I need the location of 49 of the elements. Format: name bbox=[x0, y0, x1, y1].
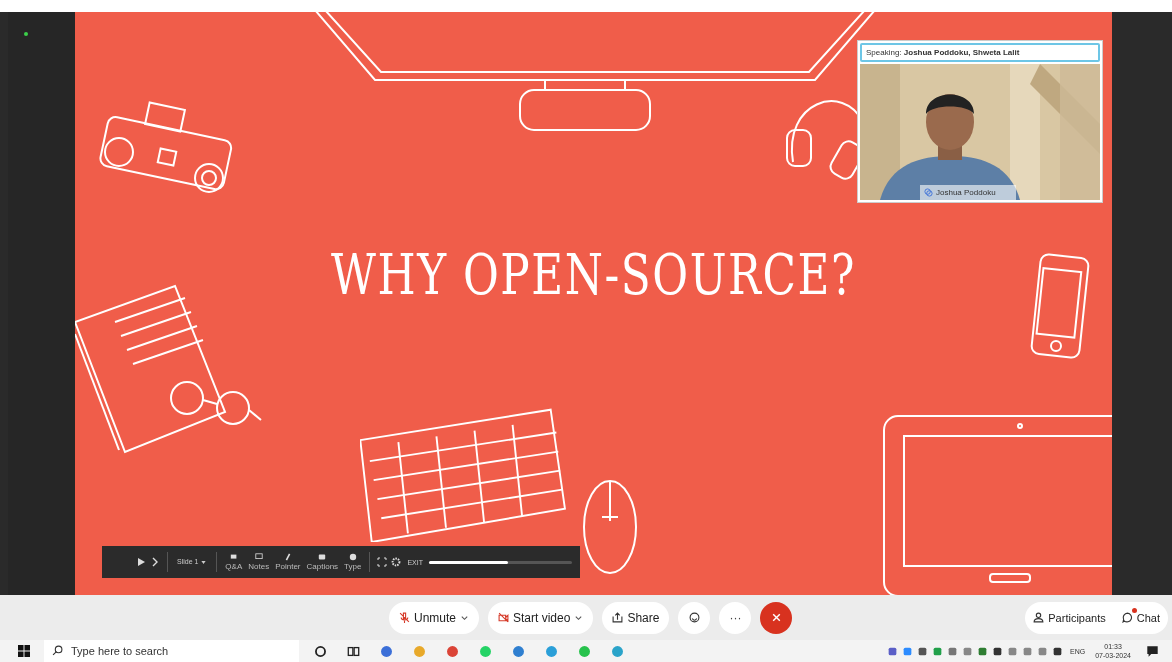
toolbar-button[interactable]: Q&A bbox=[224, 553, 244, 571]
speaking-label: Speaking: Joshua Poddoku, Shweta Lalit bbox=[860, 43, 1100, 62]
chat-icon bbox=[1121, 612, 1133, 623]
tray-icon[interactable] bbox=[917, 645, 928, 657]
tray-icon[interactable] bbox=[887, 645, 898, 657]
caret-icon[interactable] bbox=[460, 613, 470, 622]
share-button[interactable]: Share bbox=[602, 601, 670, 634]
caret-icon[interactable] bbox=[574, 613, 584, 622]
video-off-icon bbox=[498, 612, 510, 623]
more-button[interactable]: ··· bbox=[719, 601, 752, 634]
note-icon bbox=[254, 553, 263, 561]
search-field[interactable]: Type here to search bbox=[44, 640, 299, 662]
toolbar-button[interactable]: Type bbox=[343, 553, 363, 571]
unmute-button[interactable]: Unmute bbox=[389, 601, 480, 634]
close-icon bbox=[770, 612, 782, 623]
task-view-icon[interactable] bbox=[347, 644, 360, 658]
app-icon[interactable] bbox=[545, 644, 558, 658]
toolbar-button[interactable]: Notes bbox=[247, 553, 271, 571]
leave-button[interactable] bbox=[760, 601, 793, 634]
person-icon bbox=[1033, 612, 1045, 623]
status-dot bbox=[24, 32, 28, 36]
chat-button[interactable]: Chat bbox=[1113, 601, 1168, 634]
info-icon bbox=[348, 553, 357, 561]
app-icon[interactable] bbox=[512, 644, 525, 658]
start-video-button[interactable]: Start video bbox=[488, 601, 594, 634]
audio-icon bbox=[924, 188, 933, 197]
settings-icon[interactable] bbox=[391, 557, 402, 567]
toolbar-button[interactable]: Captions bbox=[305, 553, 340, 571]
slide-title: WHY OPEN-SOURCE? bbox=[330, 242, 857, 307]
captions-icon bbox=[318, 553, 327, 561]
participants-button[interactable]: Participants bbox=[1025, 601, 1114, 634]
caret-icon bbox=[200, 558, 208, 566]
toolbar-button[interactable]: Pointer bbox=[274, 553, 302, 571]
app-icon[interactable] bbox=[611, 644, 624, 658]
app-icon[interactable] bbox=[446, 644, 459, 658]
tray-icon[interactable] bbox=[992, 645, 1003, 657]
smiley-icon bbox=[688, 612, 700, 623]
app-icon[interactable] bbox=[380, 644, 393, 658]
next-icon[interactable] bbox=[150, 557, 160, 567]
muted-microphone-icon bbox=[399, 612, 410, 623]
fullscreen-icon[interactable] bbox=[377, 557, 388, 567]
start-icon[interactable] bbox=[18, 645, 30, 657]
tray-icon[interactable] bbox=[1052, 645, 1063, 657]
cortana-icon[interactable] bbox=[314, 644, 327, 658]
notifications-icon[interactable] bbox=[1146, 644, 1159, 658]
participant-name: Joshua Poddoku bbox=[920, 185, 1016, 200]
reactions-button[interactable] bbox=[678, 601, 711, 634]
play-icon[interactable] bbox=[136, 557, 146, 567]
share-icon bbox=[612, 612, 624, 623]
